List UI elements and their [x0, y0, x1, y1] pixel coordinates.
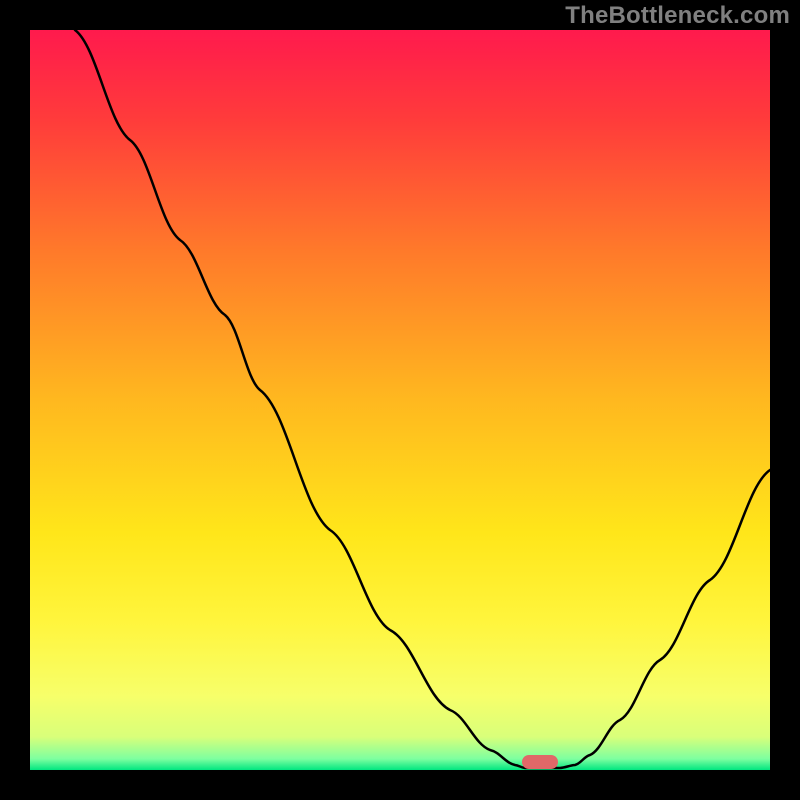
plot-area [30, 30, 770, 770]
watermark-label: TheBottleneck.com [565, 2, 790, 30]
bottleneck-curve [30, 30, 770, 770]
optimum-marker [522, 755, 558, 769]
chart-frame: TheBottleneck.com [0, 0, 800, 800]
